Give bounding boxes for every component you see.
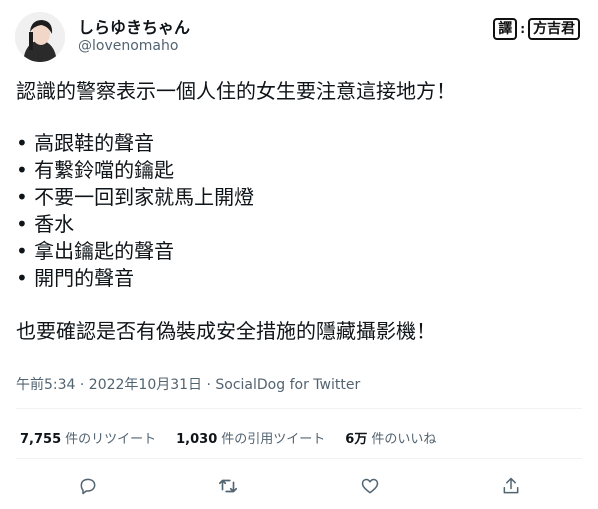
tweet-text: 認識的警察表示一個人住的女生要注意這接地方！ 高跟鞋的聲音 有繫鈴噹的鑰匙 不要… [16,78,576,345]
tweet-list: 高跟鞋的聲音 有繫鈴噹的鑰匙 不要一回到家就馬上開燈 香水 拿出鑰匙的聲音 開門… [16,130,576,292]
share-icon [503,477,519,494]
list-item: 不要一回到家就馬上開燈 [16,184,576,211]
quotes-label: 件の引用ツイート [221,432,326,447]
credit-label-b: 方吉君 [528,18,580,40]
likes-label: 件のいいね [371,432,437,447]
list-item: 香水 [16,211,576,238]
retweet-icon [218,479,238,493]
likes-stat[interactable]: 6万 件のいいね [345,428,436,447]
share-button[interactable] [499,474,523,498]
retweet-button[interactable] [216,474,240,498]
list-item: 高跟鞋的聲音 [16,130,576,157]
quotes-count: 1,030 [176,432,218,447]
likes-count: 6万 [345,432,368,447]
list-item: 開門的聲音 [16,265,576,292]
translator-credit: 譯 : 方吉君 [493,18,580,40]
quotes-stat[interactable]: 1,030 件の引用ツイート [176,428,325,447]
retweets-stat[interactable]: 7,755 件のリツイート [20,428,156,447]
retweets-count: 7,755 [20,432,62,447]
reply-button[interactable] [76,474,100,498]
like-button[interactable] [358,474,382,498]
divider [16,458,582,459]
tweet-timestamp[interactable]: 午前5:34 · 2022年10月31日 · SocialDog for Twi… [16,374,360,394]
list-item: 有繫鈴噹的鑰匙 [16,157,576,184]
credit-label-a: 譯 [493,18,518,40]
tweet-outro: 也要確認是否有偽裝成安全措施的隱藏攝影機！ [16,319,436,343]
avatar[interactable] [15,12,65,62]
reply-icon [80,478,96,495]
avatar-image [15,12,65,62]
divider [16,408,582,409]
tweet-stats: 7,755 件のリツイート 1,030 件の引用ツイート 6万 件のいいね [20,428,436,447]
list-item: 拿出鑰匙的聲音 [16,238,576,265]
credit-separator: : [520,20,525,38]
retweets-label: 件のリツイート [65,432,157,447]
action-bar [0,470,598,500]
user-handle[interactable]: @lovenomaho [78,38,178,54]
heart-icon [361,478,379,494]
display-name[interactable]: しらゆきちゃん [78,14,190,38]
tweet-intro: 認識的警察表示一個人住的女生要注意這接地方！ [16,79,456,103]
